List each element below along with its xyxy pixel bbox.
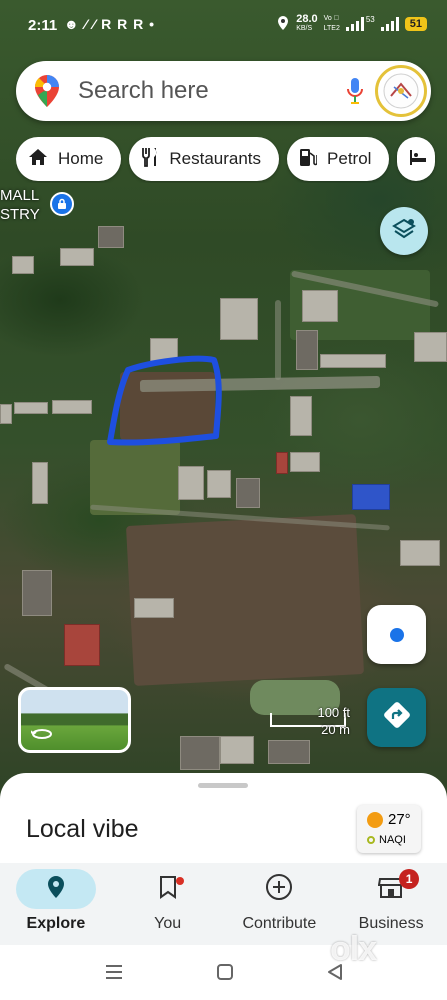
bottom-navigation: Explore You Contribute 1 Business: [0, 863, 447, 945]
nav-contribute-label: Contribute: [242, 915, 317, 932]
weather-temp-row: 27°: [367, 811, 411, 828]
map-label-line2: STRY: [0, 206, 40, 223]
home-icon: [28, 148, 48, 171]
street-view-icon: [30, 727, 53, 746]
signal-label: 53: [365, 14, 375, 24]
signal-icon: [345, 17, 364, 31]
directions-icon: [383, 701, 411, 734]
network-type: Vo ⃞ LTE2: [324, 14, 340, 34]
my-location-icon: [389, 627, 404, 642]
weather-aqi: NAQI: [379, 834, 406, 846]
chip-restaurants-label: Restaurants: [169, 149, 262, 168]
speed-unit: KB/S: [296, 25, 313, 32]
status-bar: 2:11 ☻ ⁄ ⁄ R R R • 28.0 KB/S Vo ⃞ LTE2 5…: [0, 0, 447, 52]
search-bar[interactable]: Search here: [16, 61, 431, 121]
olx-watermark: olx: [330, 930, 377, 968]
scale-meters: 20 m: [321, 722, 350, 737]
sheet-title: Local vibe: [26, 815, 139, 843]
weather-aqi-row: NAQI: [367, 834, 406, 846]
bookmark-icon: [159, 875, 177, 904]
sheet-drag-handle[interactable]: [198, 783, 248, 788]
search-input[interactable]: Search here: [78, 77, 335, 105]
category-chips: Home Restaurants Petrol: [16, 137, 447, 183]
nav-you-label: You: [154, 915, 182, 932]
nav-explore[interactable]: Explore: [0, 863, 112, 945]
fuel-icon: [299, 147, 318, 172]
nav-you-icon-wrap: [128, 869, 208, 909]
mic-icon[interactable]: [335, 77, 375, 105]
chip-hotels[interactable]: [397, 137, 436, 181]
network-top: Vo ⃞: [323, 15, 339, 22]
nav-explore-label: Explore: [26, 915, 86, 932]
home-button-icon[interactable]: [216, 963, 234, 986]
explore-pin-icon: [47, 875, 65, 904]
chip-home[interactable]: Home: [16, 137, 122, 181]
location-icon: [276, 15, 290, 34]
map-scale: 100 ft 20 m: [270, 704, 350, 738]
street-view-thumbnail[interactable]: [18, 687, 131, 753]
my-location-button[interactable]: [367, 605, 426, 664]
profile-avatar[interactable]: [375, 65, 427, 117]
network-bottom: LTE2: [323, 25, 340, 32]
hotel-icon: [409, 148, 427, 171]
chip-restaurants[interactable]: Restaurants: [129, 137, 280, 181]
chip-home-label: Home: [58, 149, 104, 168]
chip-petrol-label: Petrol: [327, 149, 372, 168]
aqi-dot-icon: [367, 836, 375, 844]
lock-pin-icon[interactable]: [50, 192, 74, 216]
layers-icon: [392, 218, 416, 245]
network-speed: 28.0 KB/S: [296, 14, 317, 34]
google-maps-pin-icon: [16, 74, 78, 108]
signal-icon-2: [380, 17, 399, 31]
status-time: 2:11: [28, 17, 58, 34]
layers-button[interactable]: [380, 207, 428, 255]
weather-temp: 27°: [388, 811, 411, 828]
sun-icon: [367, 811, 383, 828]
nav-you[interactable]: You: [112, 863, 224, 945]
battery-icon: 51: [404, 17, 427, 31]
nav-business-icon-wrap: 1: [351, 869, 431, 909]
menu-icon[interactable]: [104, 963, 124, 986]
speed-value: 28.0: [296, 13, 318, 25]
directions-button[interactable]: [367, 688, 426, 747]
add-circle-icon: [265, 873, 293, 906]
nav-contribute[interactable]: Contribute: [224, 863, 336, 945]
business-badge: 1: [399, 869, 420, 889]
chip-petrol[interactable]: Petrol: [287, 137, 390, 181]
restaurant-icon: [141, 147, 159, 172]
status-right: 28.0 KB/S Vo ⃞ LTE2 53 51: [276, 14, 427, 34]
notification-icons: ☻ ⁄ ⁄ R R R •: [64, 16, 155, 32]
nav-explore-pill: [15, 869, 96, 909]
notification-dot: [175, 877, 184, 885]
map-label-line1: MALL: [0, 187, 40, 204]
weather-widget[interactable]: 27° NAQI: [357, 805, 421, 853]
nav-contribute-icon-wrap: [239, 869, 319, 909]
system-navigation-bar: [0, 945, 447, 1000]
map-place-label: MALL STRY: [0, 186, 40, 224]
